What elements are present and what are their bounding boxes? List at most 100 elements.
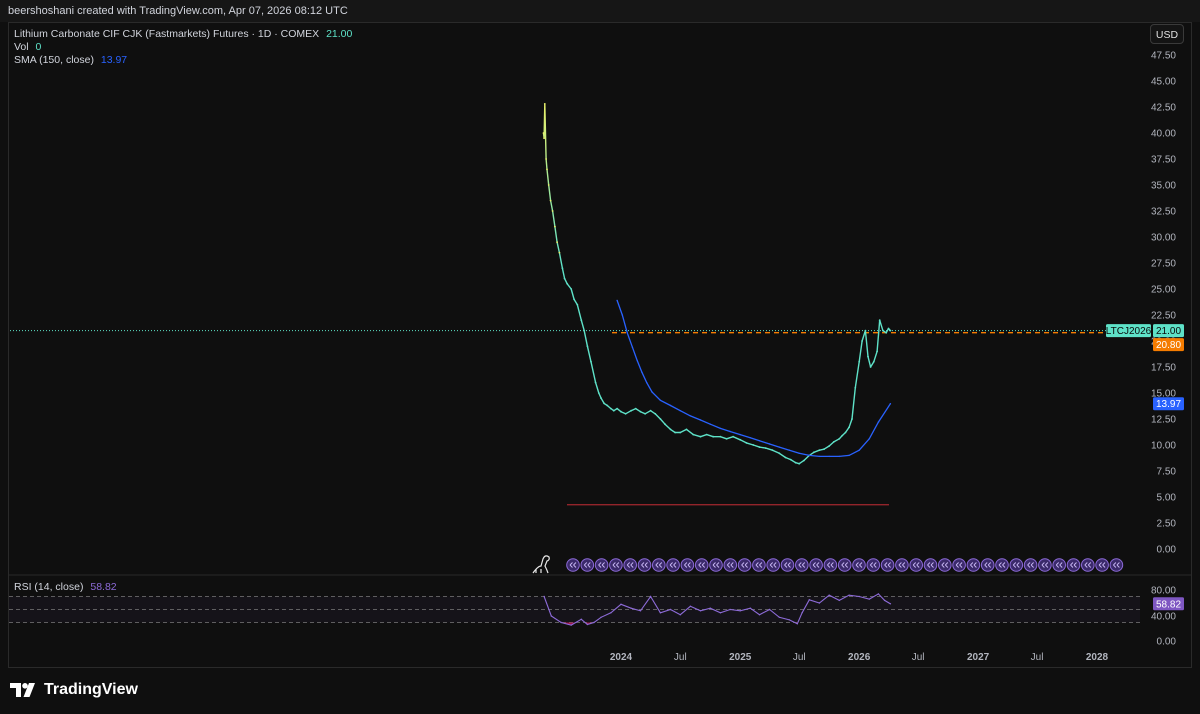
time-axis-tick: Jul xyxy=(912,652,925,663)
rsi-legend[interactable]: RSI (14, close) 58.82 xyxy=(14,581,117,593)
event-marker-icon[interactable] xyxy=(1081,558,1095,572)
event-marker-icon[interactable] xyxy=(652,558,666,572)
event-marker-icon[interactable] xyxy=(737,558,752,572)
price-point xyxy=(692,433,695,436)
event-marker-icon[interactable] xyxy=(623,558,638,572)
price-point xyxy=(861,340,863,342)
event-marker-icon[interactable] xyxy=(852,558,866,572)
price-point xyxy=(889,329,892,332)
price-axis-tick: 27.50 xyxy=(1151,259,1176,270)
event-marker-icon[interactable] xyxy=(923,558,938,572)
event-marker-icon[interactable] xyxy=(866,558,881,572)
event-marker-icon[interactable] xyxy=(580,558,595,572)
event-marker-icon[interactable] xyxy=(952,558,966,572)
event-marker-icon[interactable] xyxy=(980,558,995,572)
price-point xyxy=(554,225,556,228)
price-point xyxy=(639,410,642,413)
event-marker-icon[interactable] xyxy=(966,558,981,572)
volume-legend[interactable]: Vol 0 xyxy=(14,41,41,53)
price-point xyxy=(764,447,767,449)
rsi-axis-tick: 40.00 xyxy=(1151,612,1176,623)
price-point xyxy=(570,288,573,290)
price-point xyxy=(590,360,592,363)
event-marker-icon[interactable] xyxy=(880,558,895,572)
rsi-label: RSI (14, close) xyxy=(14,581,84,593)
price-axis-tick: 2.50 xyxy=(1157,519,1177,530)
rsi-point xyxy=(758,614,761,616)
price-point xyxy=(789,458,792,461)
event-marker-icon[interactable] xyxy=(609,558,623,572)
event-marker-icon[interactable] xyxy=(895,558,909,572)
event-marker-icon[interactable] xyxy=(694,558,709,572)
price-point xyxy=(549,199,552,202)
rsi-point xyxy=(788,619,791,621)
price-point xyxy=(576,303,579,306)
event-marker-icon[interactable] xyxy=(666,558,680,572)
symbol-legend[interactable]: Lithium Carbonate CIF CJK (Fastmarkets) … xyxy=(14,28,352,40)
sma-point xyxy=(838,455,840,458)
price-point xyxy=(545,158,547,160)
price-line[interactable] xyxy=(542,103,891,465)
price-point xyxy=(794,461,797,464)
rsi-value: 58.82 xyxy=(90,581,117,593)
rsi-point xyxy=(570,624,572,626)
event-marker-icon[interactable] xyxy=(823,558,838,572)
event-marker-icon[interactable] xyxy=(752,558,766,572)
event-marker-icon[interactable] xyxy=(1038,558,1052,572)
event-marker-icon[interactable] xyxy=(709,558,723,572)
rsi-point xyxy=(639,610,642,612)
price-point xyxy=(818,449,821,452)
price-point xyxy=(620,410,622,413)
price-point xyxy=(854,386,857,389)
price-point xyxy=(597,392,600,394)
event-marker-icon[interactable] xyxy=(795,558,809,572)
event-marker-icon[interactable] xyxy=(1066,558,1081,572)
brand[interactable]: TradingView xyxy=(10,681,138,699)
price-point xyxy=(813,451,815,454)
event-marker-icon[interactable] xyxy=(766,558,781,572)
event-marker-icon[interactable] xyxy=(938,558,952,572)
event-marker-icon[interactable] xyxy=(637,558,652,572)
price-axis-tick: 25.00 xyxy=(1151,285,1176,296)
event-marker-icon[interactable] xyxy=(837,558,852,572)
sma-point xyxy=(749,437,751,439)
price-point xyxy=(669,428,672,431)
price-axis-tick: 42.50 xyxy=(1151,103,1176,114)
event-marker-icon[interactable] xyxy=(1023,558,1038,572)
sma-point xyxy=(719,427,722,430)
sma-point xyxy=(739,433,741,436)
event-marker-icon[interactable] xyxy=(566,558,580,572)
sma-value: 13.97 xyxy=(100,54,128,66)
price-axis-tick: 47.50 xyxy=(1151,51,1176,62)
volume-value: 0 xyxy=(35,41,42,53)
price-point xyxy=(864,329,867,332)
event-marker-icon[interactable] xyxy=(780,558,795,572)
price-axis-tick: 35.00 xyxy=(1151,181,1176,192)
event-marker-icon[interactable] xyxy=(723,558,738,572)
price-axis-tick: 30.00 xyxy=(1151,233,1176,244)
chart-canvas[interactable]: 47.50 45.00 42.50 40.00 37.50 35.00 32.50 30.00… xyxy=(0,0,1200,714)
bottom-bar xyxy=(0,670,1200,714)
rsi-point xyxy=(649,595,652,598)
event-marker-icon[interactable] xyxy=(1009,558,1024,572)
event-marker-icon[interactable] xyxy=(594,558,609,572)
time-axis-tick: 2027 xyxy=(967,652,990,663)
price-point xyxy=(802,459,805,462)
event-marker-icon[interactable] xyxy=(1095,558,1109,572)
sma-point xyxy=(858,449,860,451)
currency-button[interactable]: USD xyxy=(1150,24,1184,44)
price-point xyxy=(784,456,787,459)
price-point xyxy=(654,412,657,415)
sma-legend[interactable]: SMA (150, close) 13.97 xyxy=(14,54,127,66)
rsi-axis-tick: 0.00 xyxy=(1157,637,1177,648)
event-marker-icon[interactable] xyxy=(809,558,823,572)
event-marker-icon[interactable] xyxy=(1052,558,1066,572)
event-marker-icon[interactable] xyxy=(995,558,1009,572)
event-marker-icon[interactable] xyxy=(909,558,924,572)
sma-line[interactable] xyxy=(616,300,891,458)
event-marker-icon[interactable] xyxy=(1109,558,1124,572)
sma-point xyxy=(636,360,638,362)
price-point xyxy=(851,418,853,420)
event-marker-icon[interactable] xyxy=(680,558,695,572)
rsi-point xyxy=(620,603,622,605)
